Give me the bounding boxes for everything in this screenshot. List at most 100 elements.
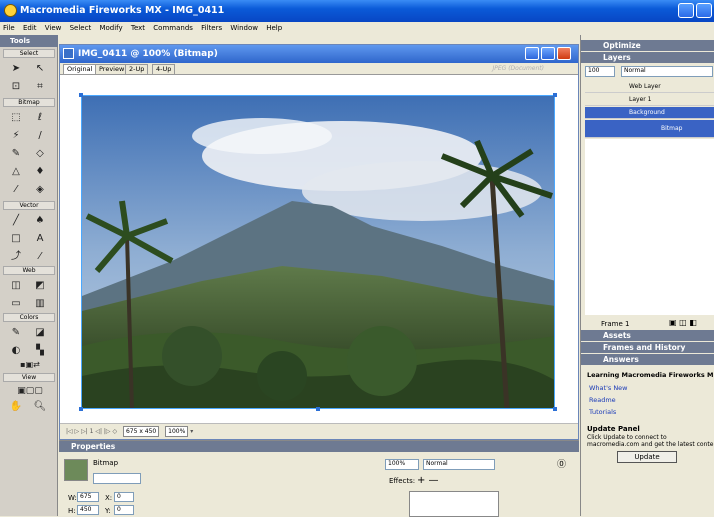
- x-field[interactable]: 0: [114, 492, 134, 502]
- optimize-panel-header[interactable]: Optimize: [581, 40, 714, 51]
- tab-4-up[interactable]: 4-Up: [152, 64, 176, 75]
- layer-opacity-field[interactable]: 100: [585, 66, 615, 77]
- layer-row-layer-1[interactable]: Layer 1: [585, 94, 714, 106]
- tab-original[interactable]: Original: [63, 64, 97, 75]
- y-field[interactable]: 0: [114, 505, 134, 515]
- width-field[interactable]: 675: [77, 492, 99, 502]
- link-whats-new[interactable]: What's New: [589, 384, 628, 392]
- height-field[interactable]: 450: [77, 505, 99, 515]
- rubber-stamp-tool-icon[interactable]: ♦: [32, 164, 48, 180]
- brush-tool-icon[interactable]: /: [32, 128, 48, 144]
- selection-handle[interactable]: [79, 93, 83, 97]
- layer-row-background[interactable]: Background: [585, 107, 714, 119]
- blend-mode-select[interactable]: Normal: [423, 459, 495, 470]
- rectangle-tool-icon[interactable]: □: [8, 231, 24, 247]
- crop-tool-icon[interactable]: ⌗: [32, 79, 48, 95]
- properties-header[interactable]: Properties: [59, 441, 579, 452]
- selection-handle[interactable]: [316, 407, 320, 411]
- hand-tool-icon[interactable]: ✋: [8, 399, 24, 415]
- object-name-field[interactable]: [93, 473, 141, 484]
- menu-edit[interactable]: Edit: [23, 24, 37, 32]
- layer-row-bitmap[interactable]: Bitmap: [585, 120, 714, 138]
- subselection-tool-icon[interactable]: ↖: [32, 61, 48, 77]
- playback-controls-icon[interactable]: |◁ ▷ ▷|: [66, 428, 90, 435]
- layer-blend-select[interactable]: Normal: [621, 66, 713, 77]
- frames-history-panel-header[interactable]: Frames and History: [581, 342, 714, 353]
- stroke-color-icon[interactable]: ✎: [8, 325, 24, 341]
- link-tutorials[interactable]: Tutorials: [589, 408, 616, 416]
- canvas-area[interactable]: [60, 75, 578, 424]
- zoom-dropdown-icon[interactable]: ▾: [190, 428, 193, 435]
- tab-preview[interactable]: Preview: [95, 64, 129, 75]
- layers-panel-header[interactable]: Layers: [581, 52, 714, 63]
- selection-handle[interactable]: [79, 407, 83, 411]
- restore-window-button[interactable]: [696, 3, 712, 18]
- h-label: H:: [68, 507, 76, 515]
- document-view-tabs: Original Preview 2-Up 4-Up JPEG (Documen…: [60, 63, 578, 75]
- line-tool-icon[interactable]: ╱: [8, 213, 24, 229]
- doc-close-button[interactable]: [557, 47, 571, 60]
- knife-tool-icon[interactable]: ⁄: [32, 249, 48, 265]
- tools-section-colors: Colors: [3, 313, 55, 322]
- answers-panel-header[interactable]: Answers: [581, 354, 714, 365]
- pen-tool-icon[interactable]: ♠: [32, 213, 48, 229]
- magic-wand-tool-icon[interactable]: ⚡: [8, 128, 24, 144]
- fireworks-logo-icon: [4, 4, 17, 17]
- frame-label: Frame 1: [601, 320, 630, 328]
- link-readme[interactable]: Readme: [589, 396, 616, 404]
- default-colors-icon[interactable]: ▪▣⇄: [8, 357, 52, 373]
- menu-modify[interactable]: Modify: [99, 24, 122, 32]
- menu-commands[interactable]: Commands: [153, 24, 193, 32]
- eraser-tool-icon[interactable]: ◇: [32, 146, 48, 162]
- slice-tool-icon[interactable]: ◩: [32, 278, 48, 294]
- add-effect-icon[interactable]: + —: [417, 475, 439, 486]
- landscape-photo-bitmap[interactable]: [81, 95, 555, 409]
- doc-maximize-button[interactable]: [541, 47, 555, 60]
- layer-action-icons[interactable]: ▣ ◫ ◧: [669, 318, 697, 327]
- help-icon[interactable]: ⓪: [557, 457, 566, 470]
- doc-minimize-button[interactable]: [525, 47, 539, 60]
- tools-section-vector: Vector: [3, 201, 55, 210]
- w-label: W:: [68, 494, 77, 502]
- tools-panel-header[interactable]: Tools: [0, 35, 58, 47]
- effects-list[interactable]: [409, 491, 499, 517]
- zoom-tool-icon[interactable]: 🔍︎: [32, 399, 48, 415]
- menu-text[interactable]: Text: [131, 24, 145, 32]
- paint-bucket-tool-icon[interactable]: ◈: [32, 182, 48, 198]
- minimize-window-button[interactable]: [678, 3, 694, 18]
- document-window: IMG_0411 @ 100% (Bitmap) Original Previe…: [59, 44, 579, 440]
- fill-color-icon[interactable]: ◪: [32, 325, 48, 341]
- menu-view[interactable]: View: [45, 24, 62, 32]
- menu-window[interactable]: Window: [230, 24, 258, 32]
- text-tool-icon[interactable]: A: [32, 231, 48, 247]
- pointer-tool-icon[interactable]: ➤: [8, 61, 24, 77]
- tab-2-up[interactable]: 2-Up: [125, 64, 149, 75]
- blur-tool-icon[interactable]: △: [8, 164, 24, 180]
- hide-slices-icon[interactable]: ▭: [8, 296, 24, 312]
- menu-select[interactable]: Select: [70, 24, 92, 32]
- app-title: Macromedia Fireworks MX - IMG_0411: [20, 5, 225, 16]
- object-type-label: Bitmap: [93, 459, 119, 467]
- opacity-field[interactable]: 100%: [385, 459, 419, 470]
- freeform-tool-icon[interactable]: ⤴: [8, 249, 24, 265]
- eyedropper-tool-icon[interactable]: ⁄: [8, 182, 24, 198]
- pencil-tool-icon[interactable]: ✎: [8, 146, 24, 162]
- lasso-tool-icon[interactable]: ℓ: [32, 110, 48, 126]
- zoom-level[interactable]: 100%: [165, 426, 189, 437]
- show-slices-icon[interactable]: ▥: [32, 296, 48, 312]
- document-title-bar: IMG_0411 @ 100% (Bitmap): [60, 45, 578, 63]
- selection-handle[interactable]: [553, 407, 557, 411]
- selection-handle[interactable]: [553, 93, 557, 97]
- assets-panel-header[interactable]: Assets: [581, 330, 714, 341]
- marquee-tool-icon[interactable]: ⬚: [8, 110, 24, 126]
- scale-tool-icon[interactable]: ⊡: [8, 79, 24, 95]
- hotspot-tool-icon[interactable]: ◫: [8, 278, 24, 294]
- menu-filters[interactable]: Filters: [201, 24, 222, 32]
- menu-file[interactable]: File: [3, 24, 15, 32]
- layer-row-web-layer[interactable]: Web Layer: [585, 81, 714, 93]
- menu-help[interactable]: Help: [266, 24, 282, 32]
- frame-nav-icon[interactable]: ◁| |▷ ◇: [95, 428, 119, 435]
- update-button[interactable]: Update: [617, 451, 677, 463]
- screen-mode-icons[interactable]: ▣▢▢: [6, 383, 54, 399]
- effects-label: Effects:: [389, 477, 416, 485]
